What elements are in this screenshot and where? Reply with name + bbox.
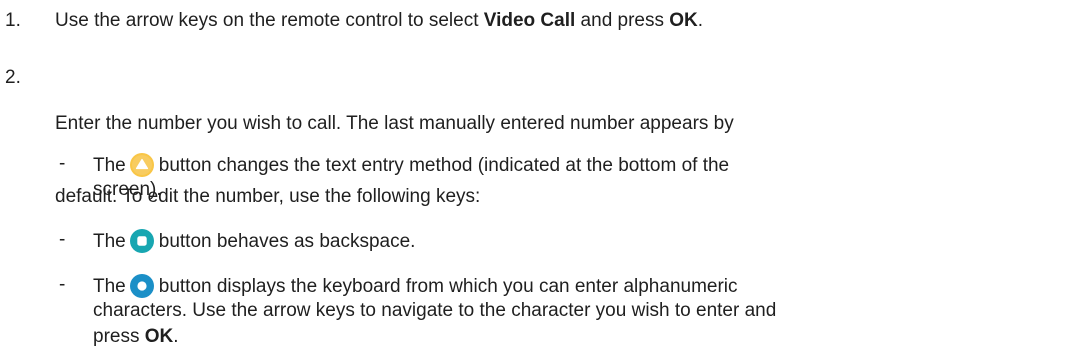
step-number: 1. <box>5 10 21 31</box>
bullet-line: button behaves as backspace. <box>158 231 416 252</box>
bullet-text-line: screen). <box>93 179 162 200</box>
bullet-text-line: The button displays the keyboard from whi… <box>93 273 1053 299</box>
bullet-prefix: The <box>93 231 126 252</box>
yellow-triangle-button-icon <box>129 152 155 178</box>
ok-label: OK <box>144 326 174 347</box>
step-text-part: and press <box>575 10 670 31</box>
step-text: Use the arrow keys on the remote control… <box>55 9 1055 32</box>
bullet-prefix: The <box>93 276 126 297</box>
bullet-text-line: The button changes the text entry method … <box>93 152 1053 178</box>
bullet-line-part: . <box>173 326 179 347</box>
blue-circle-button-icon <box>129 273 155 299</box>
bullet-text: The button displays the keyboard from whi… <box>93 273 1053 351</box>
bullet-prefix: The <box>93 155 126 176</box>
bullet-dash: - <box>59 229 66 250</box>
bullet-line: button displays the keyboard from which … <box>158 276 738 297</box>
video-call-label: Video Call <box>483 10 576 31</box>
step-text-part: . <box>697 10 704 31</box>
instruction-document: 1. Use the arrow keys on the remote cont… <box>0 0 1071 363</box>
bullet-line-part: press <box>93 326 145 347</box>
bullet-text-line: characters. Use the arrow keys to naviga… <box>93 300 777 321</box>
bullet-text: The button behaves as backspace. <box>93 228 1053 254</box>
bullet-text: The button changes the text entry method … <box>93 152 1053 204</box>
bullet-dash: - <box>59 274 66 295</box>
step-2: 2. Enter the number you wish to call. Th… <box>0 66 1071 207</box>
bullet-text-line: The button behaves as backspace. <box>93 228 1053 254</box>
teal-square-button-icon <box>129 228 155 254</box>
step-number: 2. <box>5 67 21 88</box>
bullet-dash: - <box>59 153 66 174</box>
ok-label: OK <box>669 10 698 31</box>
bullet-line: button changes the text entry method (in… <box>158 155 730 176</box>
step-text-line: Enter the number you wish to call. The l… <box>55 113 734 134</box>
step-text-part: Use the arrow keys on the remote control… <box>55 10 484 31</box>
bullet-text-line: press OK. <box>93 325 1053 351</box>
